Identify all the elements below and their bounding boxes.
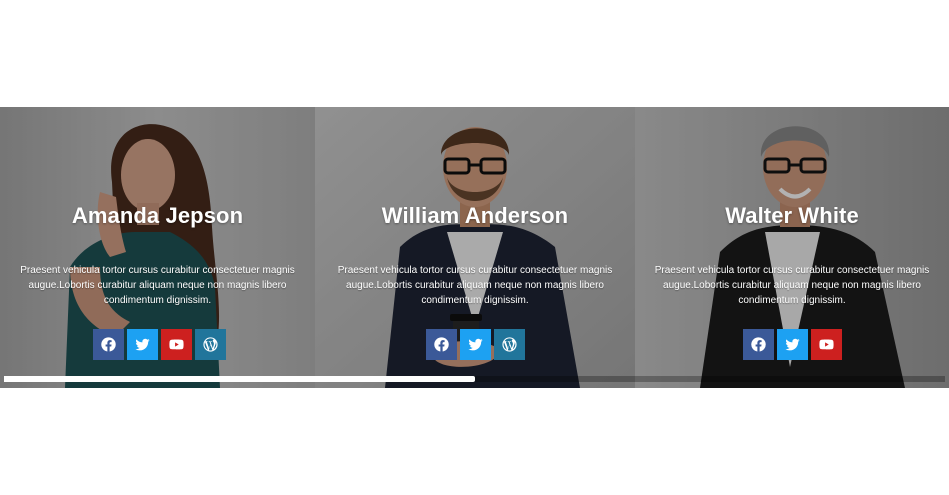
facebook-button[interactable]: [425, 329, 457, 360]
wordpress-button[interactable]: [493, 329, 525, 360]
facebook-icon: [750, 337, 766, 352]
youtube-button[interactable]: [810, 329, 842, 360]
team-card-walter-white: Walter White Praesent vehicula tortor cu…: [635, 107, 949, 388]
team-section: Amanda Jepson Praesent vehicula tortor c…: [0, 107, 949, 388]
twitter-button[interactable]: [127, 329, 158, 360]
facebook-button[interactable]: [93, 329, 124, 360]
twitter-icon: [784, 338, 800, 351]
team-card-amanda-jepson: Amanda Jepson Praesent vehicula tortor c…: [0, 107, 315, 388]
wordpress-button[interactable]: [195, 329, 226, 360]
youtube-icon: [818, 339, 834, 350]
twitter-button[interactable]: [776, 329, 808, 360]
twitter-button[interactable]: [459, 329, 491, 360]
member-name: Walter White: [725, 203, 859, 228]
social-links: [635, 329, 949, 360]
wordpress-icon: [501, 337, 517, 352]
youtube-icon: [169, 339, 184, 350]
twitter-icon: [467, 338, 483, 351]
member-name: William Anderson: [381, 203, 569, 228]
facebook-icon: [101, 337, 116, 352]
carousel-scrollbar-thumb[interactable]: [4, 376, 475, 382]
youtube-button[interactable]: [161, 329, 192, 360]
member-bio: Praesent vehicula tortor cursus curabitu…: [654, 265, 930, 306]
twitter-icon: [135, 338, 150, 351]
social-links: [315, 329, 635, 360]
facebook-button[interactable]: [742, 329, 774, 360]
member-bio: Praesent vehicula tortor cursus curabitu…: [337, 265, 613, 306]
team-card-william-anderson: William Anderson Praesent vehicula torto…: [315, 107, 635, 388]
member-name: Amanda Jepson: [71, 203, 244, 228]
wordpress-icon: [203, 337, 218, 352]
facebook-icon: [433, 337, 449, 352]
social-links: [0, 329, 315, 360]
member-bio: Praesent vehicula tortor cursus curabitu…: [20, 265, 295, 306]
